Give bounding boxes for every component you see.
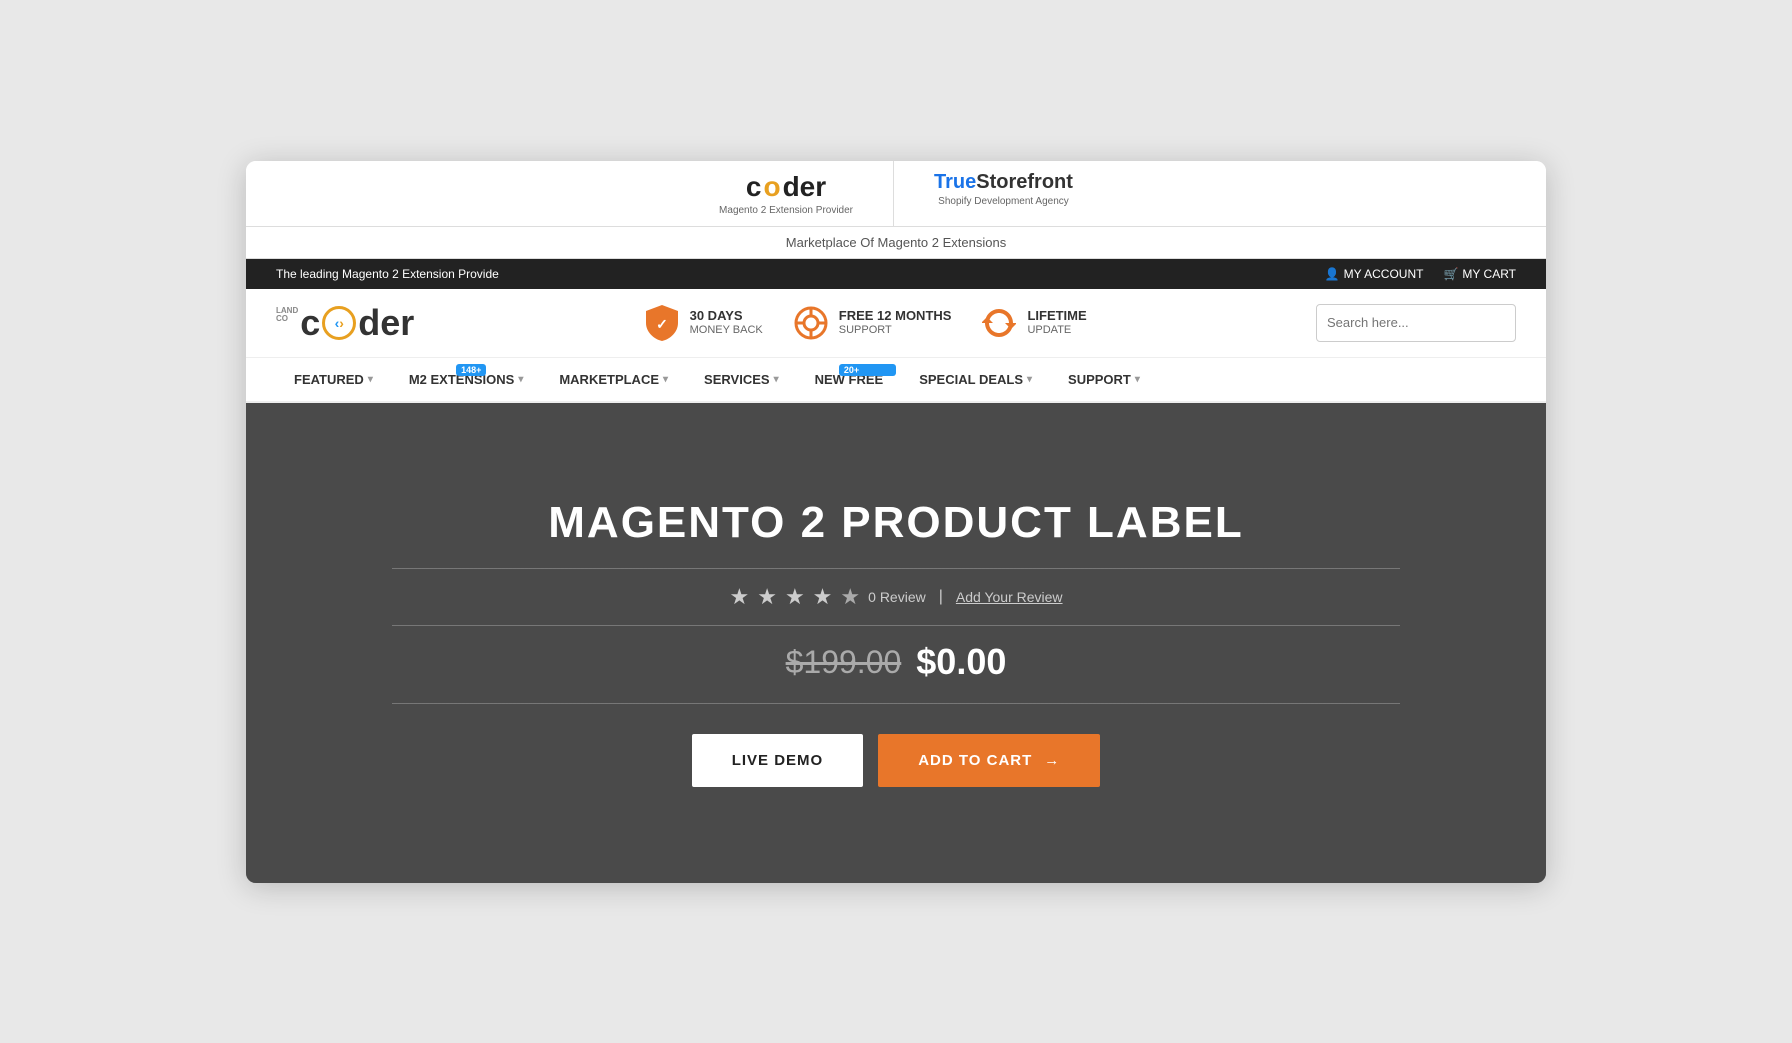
update-subtitle: UPDATE xyxy=(1027,324,1086,337)
star-3: ★ xyxy=(785,584,805,610)
support-text: FREE 12 MONTHS SUPPORT xyxy=(839,308,952,337)
refresh-icon xyxy=(981,305,1017,341)
main-header: LANDCO c ‹ › der ✓ xyxy=(246,289,1546,358)
hero-title: MAGENTO 2 PRODUCT LABEL xyxy=(266,498,1526,548)
logo-der: der xyxy=(358,305,414,341)
hero-divider-1 xyxy=(392,568,1400,569)
my-account-link[interactable]: 👤 MY ACCOUNT xyxy=(1325,267,1424,281)
nav-m2-extensions[interactable]: 148+ M2 EXTENSIONS ▾ xyxy=(391,358,542,401)
browser-window: c o der Magento 2 Extension Provider Tru… xyxy=(246,161,1546,883)
chevron-down-icon-3: ▾ xyxy=(663,374,668,385)
add-to-cart-button[interactable]: ADD TO CART → xyxy=(878,734,1100,787)
lifebuoy-icon xyxy=(793,305,829,341)
nav-special-deals[interactable]: SPECIAL DEALS ▾ xyxy=(901,358,1050,401)
nav-featured-label: FEATURED xyxy=(294,372,364,387)
shield-icon: ✓ xyxy=(644,305,680,341)
support-title: FREE 12 MONTHS xyxy=(839,308,952,324)
top-bar-links: 👤 MY ACCOUNT 🛒 MY CART xyxy=(1325,267,1516,281)
logo-land-text: LANDCO xyxy=(276,307,298,323)
true-storefront-name: TrueStorefront xyxy=(934,171,1073,193)
feature-update: LIFETIME UPDATE xyxy=(981,305,1086,341)
nav-marketplace-label: MARKETPLACE xyxy=(559,372,659,387)
my-account-label: MY ACCOUNT xyxy=(1344,267,1424,281)
star-5: ★ xyxy=(840,584,860,610)
feature-money-back: ✓ 30 DAYS MONEY BACK xyxy=(644,305,763,341)
my-cart-label: MY CART xyxy=(1462,267,1516,281)
current-price: $0.00 xyxy=(916,641,1006,683)
m2-extensions-badge: 148+ xyxy=(456,364,486,376)
top-info-bar: The leading Magento 2 Extension Provide … xyxy=(246,259,1546,289)
review-separator: | xyxy=(939,588,943,606)
hero-divider-2 xyxy=(392,625,1400,626)
add-to-cart-arrow-icon: → xyxy=(1044,752,1060,769)
feature-support: FREE 12 MONTHS SUPPORT xyxy=(793,305,952,341)
original-price: $199.00 xyxy=(786,644,902,681)
hero-content: MAGENTO 2 PRODUCT LABEL ★ ★ ★ ★ ★ 0 Revi… xyxy=(246,438,1546,847)
chevron-down-icon: ▾ xyxy=(368,374,373,385)
logo-circle: ‹ › xyxy=(322,306,356,340)
nav-featured[interactable]: FEATURED ▾ xyxy=(276,358,391,401)
user-icon: 👤 xyxy=(1325,267,1340,281)
money-back-subtitle: MONEY BACK xyxy=(690,324,763,337)
nav-services[interactable]: SERVICES ▾ xyxy=(686,358,797,401)
coder-subtitle: Magento 2 Extension Provider xyxy=(719,205,853,216)
arrow-right-icon: › xyxy=(339,316,344,330)
true-storefront-subtitle: Shopify Development Agency xyxy=(938,196,1069,207)
marketplace-bar: Marketplace Of Magento 2 Extensions xyxy=(246,227,1546,259)
svg-text:✓: ✓ xyxy=(656,316,668,332)
add-to-cart-label: ADD TO CART xyxy=(918,752,1032,769)
logo-c: c xyxy=(300,305,320,341)
search-box: 🔍 xyxy=(1316,304,1516,342)
nav-special-deals-label: SPECIAL DEALS xyxy=(919,372,1023,387)
logo-o-wrap: ‹ › xyxy=(320,304,358,342)
star-1: ★ xyxy=(729,584,749,610)
nav-marketplace[interactable]: MARKETPLACE ▾ xyxy=(541,358,686,401)
tagline: The leading Magento 2 Extension Provide xyxy=(276,267,499,281)
chevron-down-icon-5: ▾ xyxy=(1027,374,1032,385)
nav-new-free[interactable]: 20+ NEW FREE xyxy=(797,358,902,401)
chevron-down-icon-4: ▾ xyxy=(774,374,779,385)
hero-divider-3 xyxy=(392,703,1400,704)
chevron-down-icon-6: ▾ xyxy=(1135,374,1140,385)
hero-buttons: LIVE DEMO ADD TO CART → xyxy=(266,734,1526,787)
chevron-down-icon-2: ▾ xyxy=(518,374,523,385)
nav-services-label: SERVICES xyxy=(704,372,770,387)
hero-section: MAGENTO 2 PRODUCT LABEL ★ ★ ★ ★ ★ 0 Revi… xyxy=(246,403,1546,883)
cart-icon: 🛒 xyxy=(1443,267,1458,281)
update-text: LIFETIME UPDATE xyxy=(1027,308,1086,337)
nav-bar: FEATURED ▾ 148+ M2 EXTENSIONS ▾ MARKETPL… xyxy=(246,358,1546,403)
nav-support-label: SUPPORT xyxy=(1068,372,1131,387)
my-cart-link[interactable]: 🛒 MY CART xyxy=(1443,267,1516,281)
money-back-text: 30 DAYS MONEY BACK xyxy=(690,308,763,337)
search-button[interactable]: 🔍 xyxy=(1513,305,1516,341)
search-input[interactable] xyxy=(1317,307,1513,338)
update-title: LIFETIME xyxy=(1027,308,1086,324)
brand-bar: c o der Magento 2 Extension Provider Tru… xyxy=(246,161,1546,227)
marketplace-text: Marketplace Of Magento 2 Extensions xyxy=(786,235,1006,250)
logo-area: LANDCO c ‹ › der xyxy=(276,304,414,342)
logo: LANDCO c ‹ › der xyxy=(276,304,414,342)
review-count: 0 Review xyxy=(868,589,926,605)
money-back-title: 30 DAYS xyxy=(690,308,763,324)
hero-price: $199.00 $0.00 xyxy=(266,641,1526,683)
star-2: ★ xyxy=(757,584,777,610)
new-free-badge: 20+ xyxy=(839,364,896,376)
hero-stars: ★ ★ ★ ★ ★ 0 Review | Add Your Review xyxy=(266,584,1526,610)
support-subtitle: SUPPORT xyxy=(839,324,952,337)
star-4: ★ xyxy=(813,584,833,610)
coder-tab[interactable]: c o der Magento 2 Extension Provider xyxy=(679,161,894,226)
true-storefront-tab[interactable]: TrueStorefront Shopify Development Agenc… xyxy=(894,161,1113,226)
nav-support[interactable]: SUPPORT ▾ xyxy=(1050,358,1158,401)
live-demo-button[interactable]: LIVE DEMO xyxy=(692,734,864,787)
feature-badges: ✓ 30 DAYS MONEY BACK xyxy=(644,305,1087,341)
add-review-link[interactable]: Add Your Review xyxy=(956,589,1063,605)
